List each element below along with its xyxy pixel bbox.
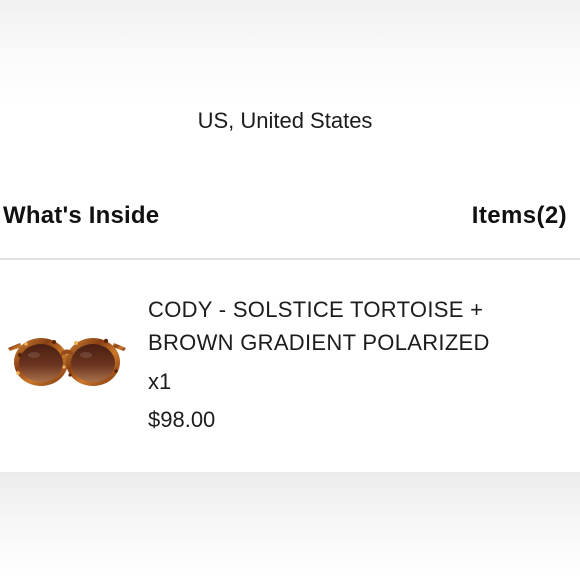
items-count: Items(2)	[471, 202, 567, 229]
product-quantity: x1	[148, 369, 172, 394]
order-item[interactable]: CODY - SOLSTICE TORTOISE + BROWN GRADIEN…	[0, 293, 580, 443]
product-image[interactable]	[6, 331, 128, 391]
product-name[interactable]: CODY - SOLSTICE TORTOISE + BROWN GRADIEN…	[148, 293, 568, 359]
whats-inside-header: What's Inside Items(2)	[0, 199, 580, 233]
order-panel: US, United States What's Inside Items(2)	[0, 108, 580, 472]
shipping-region: US, United States	[197, 108, 373, 133]
bottom-background-band	[0, 472, 580, 580]
tortoise-sunglasses-icon	[8, 338, 126, 386]
product-info: CODY - SOLSTICE TORTOISE + BROWN GRADIEN…	[148, 293, 568, 433]
section-divider	[0, 258, 580, 260]
section-title: What's Inside	[3, 202, 160, 229]
top-background-band	[0, 0, 580, 108]
product-price: $98.00	[148, 407, 216, 432]
